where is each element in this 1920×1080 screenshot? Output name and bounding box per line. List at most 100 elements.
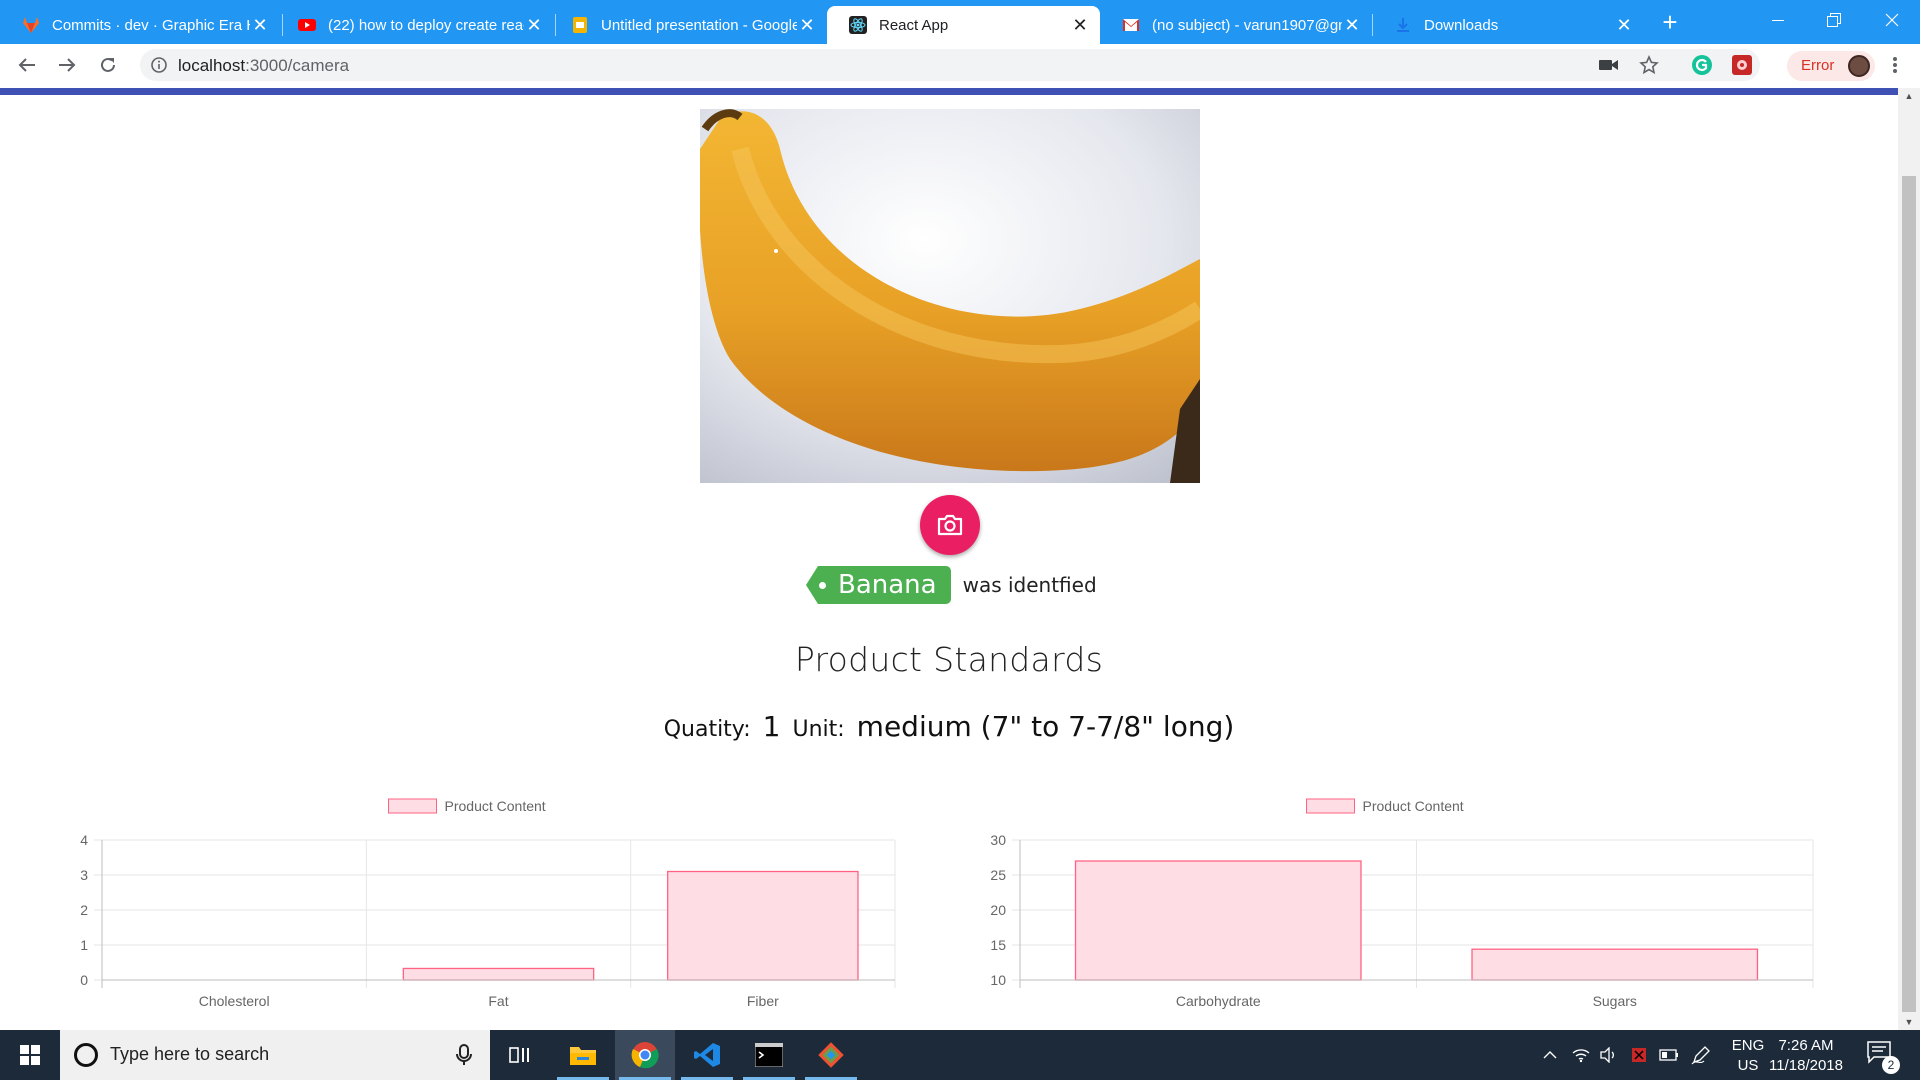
- banana-image: [700, 109, 1200, 483]
- pen-workspace-icon[interactable]: [1688, 1030, 1714, 1080]
- tab-title: (22) how to deploy create react app: [328, 16, 524, 34]
- tab-gitlab-commits[interactable]: Commits · dev · Graphic Era Hill Univers…: [0, 6, 280, 44]
- legend-label: Product Content: [445, 798, 546, 814]
- close-tab-icon[interactable]: ✕: [1070, 15, 1090, 36]
- volume-icon[interactable]: [1596, 1030, 1622, 1080]
- section-title: Product Standards: [794, 640, 1104, 679]
- back-button[interactable]: [15, 53, 39, 77]
- chrome-menu-icon[interactable]: [1884, 54, 1906, 76]
- gmail-icon: [1122, 16, 1140, 34]
- extension-icon[interactable]: [1731, 54, 1753, 76]
- wifi-icon[interactable]: [1568, 1030, 1594, 1080]
- vscode-icon[interactable]: [677, 1030, 737, 1080]
- identified-tag: Banana: [806, 566, 951, 604]
- bookmark-star-icon[interactable]: [1638, 54, 1660, 76]
- grammarly-extension-icon[interactable]: [1691, 54, 1713, 76]
- reload-icon: [101, 57, 115, 72]
- git-icon[interactable]: [801, 1030, 861, 1080]
- file-explorer-icon[interactable]: [553, 1030, 613, 1080]
- gitlab-icon: [22, 16, 40, 34]
- y-tick-label: 30: [990, 832, 1006, 848]
- search-placeholder: Type here to search: [110, 1044, 270, 1064]
- scrollbar-thumb[interactable]: [1902, 176, 1916, 1012]
- url-text[interactable]: localhost:3000/camera: [178, 56, 349, 76]
- microphone-icon[interactable]: [452, 1043, 476, 1067]
- start-button[interactable]: [0, 1030, 60, 1080]
- security-tray-icon[interactable]: [1626, 1030, 1652, 1080]
- clock-date: 11/18/2018: [1769, 1057, 1843, 1074]
- camera-page: Banana was identfied Product Standards Q…: [0, 95, 1898, 1030]
- capture-button[interactable]: [920, 495, 980, 555]
- taskbar-search-box[interactable]: Type here to search: [60, 1030, 490, 1080]
- forward-button[interactable]: [55, 53, 79, 77]
- tab-react-app[interactable]: React App ✕: [827, 6, 1100, 44]
- show-hidden-icons-chevron-icon[interactable]: [1538, 1030, 1562, 1080]
- quantity-value: 1: [762, 710, 781, 743]
- x-tick-label: Carbohydrate: [1176, 993, 1261, 1009]
- restore-button[interactable]: [1806, 0, 1862, 40]
- youtube-icon: [298, 16, 316, 34]
- y-tick-label: 15: [990, 937, 1006, 953]
- y-tick-label: 20: [990, 902, 1006, 918]
- webcam-preview: [700, 109, 1200, 483]
- tab-downloads[interactable]: Downloads ✕: [1372, 6, 1644, 44]
- error-label: Error: [1801, 57, 1835, 74]
- nutrition-chart-1: Product Content 0 1 2 3 4 Cholesterol Fat Fiber: [60, 790, 910, 1030]
- app-header-bar: [0, 88, 1898, 95]
- close-tab-icon[interactable]: ✕: [524, 15, 544, 36]
- bar-fiber: [667, 870, 859, 981]
- legend-swatch: [388, 798, 437, 814]
- tag-hole-icon: [819, 582, 826, 589]
- bar-chart-svg: Product Content 0 1 2 3 4 Cholesterol Fat Fiber: [80, 798, 896, 1009]
- task-view-icon[interactable]: [490, 1030, 550, 1080]
- y-tick-label: 4: [80, 832, 88, 848]
- scroll-up-arrow-icon[interactable]: ▲: [1898, 88, 1920, 104]
- legend-label: Product Content: [1363, 798, 1464, 814]
- profile-avatar: [1848, 55, 1870, 77]
- notification-count-badge: 2: [1882, 1056, 1900, 1074]
- reload-button[interactable]: [96, 53, 120, 77]
- action-center-button[interactable]: 2: [1866, 1040, 1900, 1074]
- tab-gmail[interactable]: (no subject) - varun1907@gmail.com ✕: [1100, 6, 1372, 44]
- close-window-button[interactable]: [1864, 0, 1920, 40]
- info-icon[interactable]: [150, 56, 168, 74]
- legend-swatch: [1306, 798, 1355, 814]
- y-tick-label: 25: [990, 867, 1006, 883]
- camera-in-use-icon[interactable]: [1598, 54, 1620, 76]
- address-bar[interactable]: localhost:3000/camera: [140, 49, 1760, 81]
- minimize-button[interactable]: [1750, 0, 1806, 40]
- y-tick-label: 0: [80, 972, 88, 988]
- cortana-icon: [74, 1043, 98, 1067]
- chart-legend: Product Content: [1306, 798, 1464, 814]
- page-scrollbar[interactable]: ▲ ▼: [1898, 88, 1920, 1030]
- close-tab-icon[interactable]: ✕: [250, 15, 270, 36]
- chart-legend: Product Content: [388, 798, 546, 814]
- terminal-icon[interactable]: [739, 1030, 799, 1080]
- windows-logo-icon: [20, 1045, 40, 1065]
- battery-icon[interactable]: [1656, 1030, 1682, 1080]
- chrome-icon[interactable]: [615, 1030, 675, 1080]
- x-tick-label: Cholesterol: [199, 993, 270, 1009]
- close-tab-icon[interactable]: ✕: [1614, 15, 1634, 36]
- bar-fat: [402, 967, 595, 981]
- tab-title: (no subject) - varun1907@gmail.com: [1152, 16, 1342, 34]
- identified-label: Banana: [838, 570, 937, 600]
- react-icon: [849, 16, 867, 34]
- restore-icon: [1827, 13, 1841, 27]
- browser-toolbar: localhost:3000/camera Error: [0, 44, 1920, 86]
- profile-error-button[interactable]: Error: [1787, 51, 1875, 81]
- tab-title: Commits · dev · Graphic Era Hill Univers…: [52, 16, 250, 34]
- close-icon: [1885, 13, 1899, 27]
- close-tab-icon[interactable]: ✕: [1342, 15, 1362, 36]
- tab-youtube[interactable]: (22) how to deploy create react app ✕: [276, 6, 554, 44]
- close-tab-icon[interactable]: ✕: [797, 15, 817, 36]
- new-tab-button[interactable]: +: [1656, 8, 1684, 36]
- windows-taskbar: Type here to search ENG US 7:26 AM 11/18…: [0, 1030, 1920, 1080]
- quantity-row: Quatity: 1 Unit: medium (7" to 7-7/8" lo…: [0, 710, 1898, 743]
- system-clock[interactable]: 7:26 AM 11/18/2018: [1758, 1036, 1854, 1076]
- scroll-down-arrow-icon[interactable]: ▼: [1898, 1014, 1920, 1030]
- y-tick-label: 1: [80, 937, 88, 953]
- tab-title: React App: [879, 16, 949, 34]
- x-tick-label: Sugars: [1593, 993, 1637, 1009]
- tab-google-slides[interactable]: Untitled presentation - Google Slides ✕: [549, 6, 827, 44]
